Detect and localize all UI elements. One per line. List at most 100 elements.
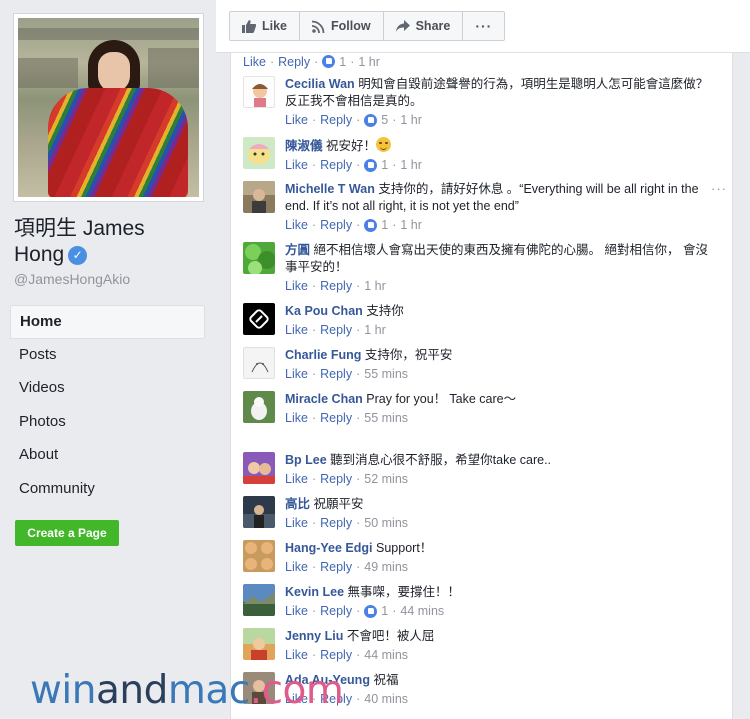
comment-like-link[interactable]: Like: [243, 55, 266, 69]
follow-button[interactable]: Follow: [299, 11, 384, 41]
comment-author[interactable]: Jenny Liu: [285, 629, 343, 643]
page-username[interactable]: @JamesHongAkio: [14, 271, 130, 287]
share-button[interactable]: Share: [382, 11, 464, 41]
comment-like-link[interactable]: Like: [285, 157, 308, 174]
comment-reply-link[interactable]: Reply: [320, 217, 352, 234]
nav-item-posts[interactable]: Posts: [10, 339, 205, 373]
comment-author[interactable]: Cecilia Wan: [285, 77, 355, 91]
comment-time[interactable]: 50 mins: [364, 515, 408, 532]
comment-text: 無事㗎，要撐住！！: [347, 585, 461, 599]
comment-author[interactable]: Bp Lee: [285, 453, 327, 467]
winandmac-watermark: winandmac.com: [30, 668, 344, 713]
comment-reply-link[interactable]: Reply: [320, 647, 352, 664]
comment-reply-link[interactable]: Reply: [320, 515, 352, 532]
comment-text: 支持你: [366, 304, 404, 318]
nav-item-community[interactable]: Community: [10, 473, 205, 507]
comment-time[interactable]: 55 mins: [364, 410, 408, 427]
comment-options-button[interactable]: ···: [711, 181, 727, 196]
comment-reply-link[interactable]: Reply: [320, 603, 352, 620]
comment-time[interactable]: 1 hr: [400, 112, 422, 129]
comment-like-link[interactable]: Like: [285, 515, 308, 532]
comment-time[interactable]: 52 mins: [364, 471, 408, 488]
comment-author[interactable]: Michelle T Wan: [285, 182, 375, 196]
avatar[interactable]: [243, 347, 275, 379]
comment-text: 支持你，祝平安: [364, 348, 453, 362]
comment-like-link[interactable]: Like: [285, 278, 308, 295]
comment-time[interactable]: 49 mins: [364, 559, 408, 576]
comment-author[interactable]: Charlie Fung: [285, 348, 361, 362]
comment-like-link[interactable]: Like: [285, 366, 308, 383]
comment-time[interactable]: 44 mins: [364, 647, 408, 664]
profile-picture[interactable]: [13, 13, 204, 202]
comment-author[interactable]: 陳淑儀: [285, 139, 323, 153]
comment-time[interactable]: 55 mins: [364, 366, 408, 383]
nav-item-photos[interactable]: Photos: [10, 406, 205, 440]
avatar[interactable]: [243, 584, 275, 616]
action-bar: Like Follow Share ···: [216, 0, 750, 53]
comment-meta: Like · Reply · 40 mins: [285, 691, 409, 708]
main-content: Like Follow Share ··· Like · Reply · 1 · 1 …: [216, 0, 750, 719]
comment-reply-link[interactable]: Reply: [320, 559, 352, 576]
comment-reply-link[interactable]: Reply: [278, 55, 310, 69]
comment-author[interactable]: Kevin Lee: [285, 585, 344, 599]
like-count: 5: [381, 113, 389, 127]
comment-reply-link[interactable]: Reply: [320, 112, 352, 129]
nav-item-about[interactable]: About: [10, 439, 205, 473]
comment-author[interactable]: Ka Pou Chan: [285, 304, 363, 318]
avatar[interactable]: [243, 76, 275, 108]
avatar[interactable]: [243, 452, 275, 484]
comment-like-link[interactable]: Like: [285, 410, 308, 427]
avatar[interactable]: [243, 496, 275, 528]
comment-like-link[interactable]: Like: [285, 471, 308, 488]
comment-author[interactable]: 高比: [285, 497, 310, 511]
like-reaction-icon: [364, 159, 378, 172]
comment-time[interactable]: 1 hr: [358, 55, 380, 69]
comment-author[interactable]: Hang-Yee Edgi: [285, 541, 373, 555]
comment-meta: Like · Reply · 44 mins: [285, 647, 409, 664]
comment-like-link[interactable]: Like: [285, 322, 308, 339]
like-reaction-icon: [364, 605, 378, 618]
comment-text: 不會吧！被人屈: [346, 629, 435, 643]
comment-time[interactable]: 1 hr: [400, 217, 422, 234]
comment-reply-link[interactable]: Reply: [320, 410, 352, 427]
comment-reply-link[interactable]: Reply: [320, 322, 352, 339]
comment-meta: Like · Reply · 1 · 44 mins: [285, 603, 445, 620]
comment-text: 祝安好！: [326, 139, 377, 153]
avatar[interactable]: [243, 181, 275, 213]
comment-time[interactable]: 1 hr: [364, 278, 386, 295]
more-options-button[interactable]: ···: [462, 11, 506, 41]
comment-like-link[interactable]: Like: [285, 647, 308, 664]
comment-time[interactable]: 1 hr: [400, 157, 422, 174]
comment-reply-link[interactable]: Reply: [320, 366, 352, 383]
avatar[interactable]: [243, 137, 275, 169]
comment-like-link[interactable]: Like: [285, 217, 308, 234]
comment-reply-link[interactable]: Reply: [320, 157, 352, 174]
like-reaction-icon: [322, 55, 336, 68]
relieved-face-emoji-icon: [376, 137, 392, 152]
avatar[interactable]: [243, 628, 275, 660]
create-page-button[interactable]: Create a Page: [15, 520, 119, 546]
nav-item-home[interactable]: Home: [10, 305, 205, 339]
comment-text: 絕不相信壞人會寫出天使的東西及擁有佛陀的心腸。 絕對相信你， 會沒事平安的！: [285, 243, 708, 274]
comment-author[interactable]: Miracle Chan: [285, 392, 363, 406]
follow-label: Follow: [331, 19, 371, 33]
comment-like-link[interactable]: Like: [285, 112, 308, 129]
like-count: 1: [339, 54, 347, 69]
avatar[interactable]: [243, 242, 275, 274]
comment-reply-link[interactable]: Reply: [320, 278, 352, 295]
nav-item-videos[interactable]: Videos: [10, 372, 205, 406]
comment-meta: Like · Reply · 49 mins: [285, 559, 409, 576]
avatar[interactable]: [243, 391, 275, 423]
like-page-button[interactable]: Like: [229, 11, 301, 41]
avatar[interactable]: [243, 303, 275, 335]
like-count: 1: [381, 158, 389, 172]
comment-author[interactable]: 方圓: [285, 243, 310, 257]
avatar[interactable]: [243, 540, 275, 572]
comment-like-link[interactable]: Like: [285, 603, 308, 620]
comment-time[interactable]: 1 hr: [364, 322, 386, 339]
comment-reply-link[interactable]: Reply: [320, 471, 352, 488]
share-arrow-icon: [395, 20, 410, 32]
comment-time[interactable]: 44 mins: [400, 603, 444, 620]
comment-time[interactable]: 40 mins: [364, 691, 408, 708]
comment-like-link[interactable]: Like: [285, 559, 308, 576]
